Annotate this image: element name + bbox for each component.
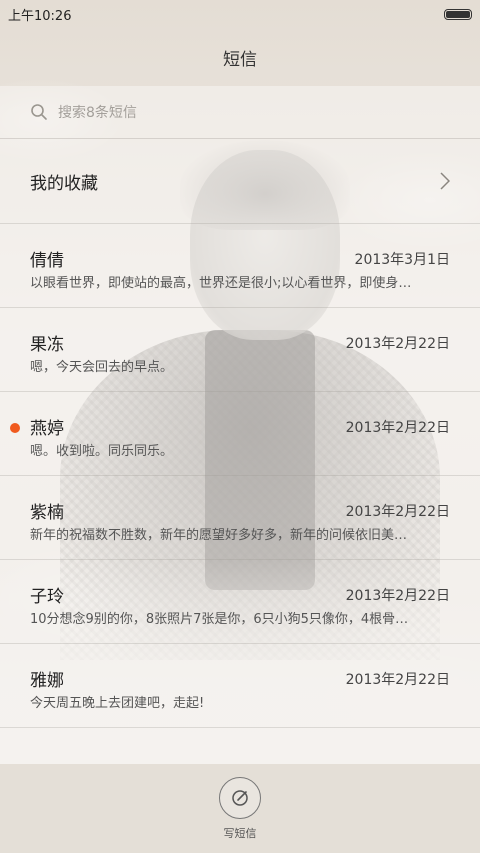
message-preview: 嗯。收到啦。同乐同乐。	[30, 444, 174, 459]
unread-dot-icon	[10, 423, 20, 433]
message-date: 2013年3月1日	[354, 252, 450, 268]
message-date: 2013年2月22日	[345, 420, 450, 436]
search-placeholder: 搜索8条短信	[58, 105, 137, 121]
compose-icon	[232, 789, 248, 806]
contact-name: 子玲	[30, 587, 64, 607]
search-icon	[31, 104, 47, 120]
message-list-panel: 搜索8条短信 我的收藏 倩倩 2013年3月1日 以眼看世界，即使站的最高，世界…	[0, 86, 480, 764]
contact-name: 雅娜	[30, 671, 64, 691]
chevron-right-icon	[440, 172, 450, 190]
contact-name: 果冻	[30, 335, 64, 355]
favorites-row[interactable]: 我的收藏	[0, 139, 480, 224]
status-time: 上午10:26	[8, 8, 72, 24]
message-date: 2013年2月22日	[345, 504, 450, 520]
message-date: 2013年2月22日	[345, 672, 450, 688]
message-date: 2013年2月22日	[345, 336, 450, 352]
conversation-item[interactable]: 子玲 2013年2月22日 10分想念9别的你，8张照片7张是你，6只小狗5只像…	[0, 560, 480, 644]
contact-name: 倩倩	[30, 251, 64, 271]
message-preview: 今天周五晚上去团建吧，走起!	[30, 696, 205, 711]
conversation-item[interactable]: 倩倩 2013年3月1日 以眼看世界，即使站的最高，世界还是很小;以心看世界，即…	[0, 224, 480, 308]
message-preview: 以眼看世界，即使站的最高，世界还是很小;以心看世界，即使身…	[30, 276, 412, 291]
title-bar: 短信	[0, 28, 480, 86]
contact-name: 燕婷	[30, 419, 64, 439]
conversation-item[interactable]: 雅娜 2013年2月22日 今天周五晚上去团建吧，走起!	[0, 644, 480, 728]
conversation-item[interactable]: 紫楠 2013年2月22日 新年的祝福数不胜数，新年的愿望好多好多，新年的问候依…	[0, 476, 480, 560]
favorites-label: 我的收藏	[30, 173, 98, 194]
page-title: 短信	[223, 49, 257, 70]
compose-button[interactable]	[219, 776, 261, 819]
status-bar: 上午10:26	[0, 0, 480, 28]
battery-icon	[444, 8, 472, 20]
contact-name: 紫楠	[30, 503, 64, 523]
message-preview: 10分想念9别的你，8张照片7张是你，6只小狗5只像你，4根骨…	[30, 612, 409, 627]
conversation-item[interactable]: 燕婷 2013年2月22日 嗯。收到啦。同乐同乐。	[0, 392, 480, 476]
conversation-item[interactable]: 果冻 2013年2月22日 嗯，今天会回去的早点。	[0, 308, 480, 392]
search-bar[interactable]: 搜索8条短信	[0, 86, 480, 139]
message-preview: 嗯，今天会回去的早点。	[30, 360, 174, 375]
bottom-bar: 写短信	[0, 764, 480, 853]
message-preview: 新年的祝福数不胜数，新年的愿望好多好多，新年的问候依旧美…	[30, 528, 408, 543]
compose-label: 写短信	[223, 826, 257, 840]
message-date: 2013年2月22日	[345, 588, 450, 604]
